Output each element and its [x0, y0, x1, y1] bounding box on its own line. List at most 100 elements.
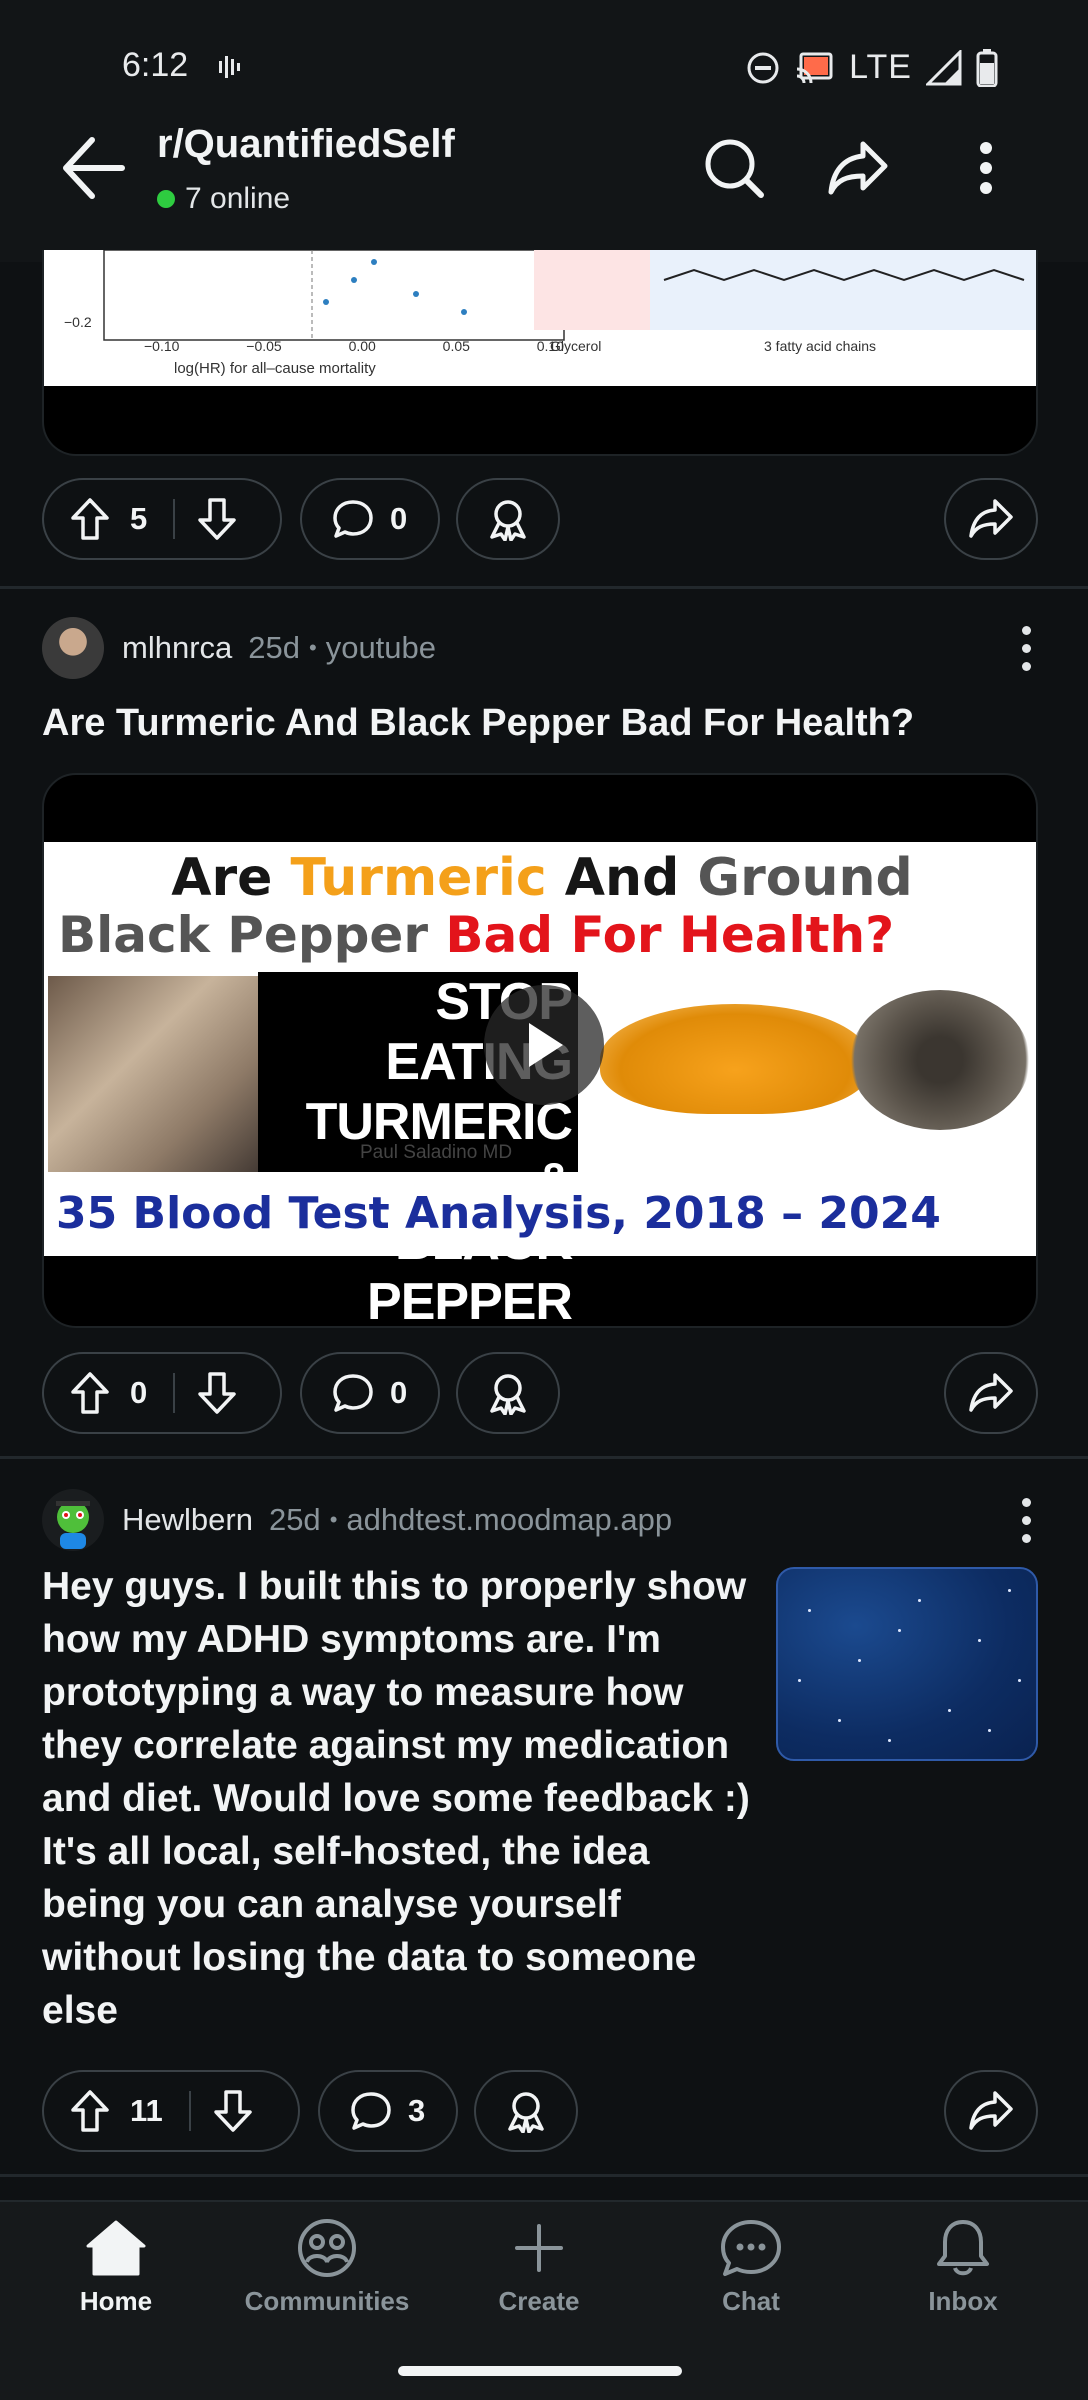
- comment-count: 0: [390, 1375, 408, 1410]
- dnd-icon: [747, 52, 779, 83]
- subreddit-title[interactable]: r/QuantifiedSelf: [157, 122, 455, 167]
- comment-count: 3: [408, 2093, 426, 2128]
- post-3-meta: Hewlbern 25d • adhdtest.moodmap.app: [42, 1488, 672, 1552]
- thumb-text: Bad For Health?: [445, 906, 895, 964]
- award-button[interactable]: [456, 1352, 560, 1434]
- post-source[interactable]: youtube: [326, 630, 436, 666]
- share-icon: [969, 1373, 1013, 1412]
- award-button[interactable]: [474, 2070, 578, 2152]
- nav-label: Inbox: [928, 2286, 998, 2316]
- online-count: 7 online: [157, 182, 290, 216]
- meta-bullet: •: [309, 635, 317, 660]
- post-title[interactable]: Are Turmeric And Black Pepper Bad For He…: [42, 697, 1042, 750]
- award-icon: [490, 1374, 526, 1415]
- award-button[interactable]: [456, 478, 560, 560]
- bell-icon: [937, 2220, 989, 2276]
- online-text: 7 online: [185, 182, 291, 215]
- upvote-icon[interactable]: [70, 1371, 110, 1415]
- more-vertical-icon: [980, 142, 992, 194]
- cast-icon: [796, 52, 833, 83]
- figure-axis-label: log(HR) for all–cause mortality: [174, 360, 376, 377]
- post-source[interactable]: adhdtest.moodmap.app: [346, 1502, 672, 1538]
- search-button[interactable]: [696, 130, 772, 206]
- thumbnail-headline-1: Are Turmeric And Ground: [44, 848, 1036, 908]
- upvote-count: 5: [130, 501, 148, 536]
- vibrate-icon: [219, 56, 240, 78]
- share-button[interactable]: [944, 2070, 1038, 2152]
- share-icon: [969, 2091, 1013, 2130]
- post-video[interactable]: Are Turmeric And Ground Black Pepper Bad…: [42, 773, 1038, 1328]
- vote-separator: [173, 499, 176, 539]
- menu-dot: [1021, 662, 1031, 671]
- turmeric-powder-image: [600, 1004, 870, 1114]
- figure-fatty-acid-label: 3 fatty acid chains: [764, 338, 877, 354]
- upvote-icon[interactable]: [70, 497, 110, 541]
- post-title[interactable]: Hey guys. I built this to properly show …: [42, 1560, 762, 2037]
- post-age: 25d: [248, 630, 300, 665]
- vote-pill: 0: [42, 1352, 282, 1434]
- share-button[interactable]: [944, 478, 1038, 560]
- vote-pill: 11: [42, 2070, 300, 2152]
- post-author[interactable]: mlhnrca: [122, 630, 232, 666]
- meta-bullet: •: [329, 1507, 338, 1532]
- nav-inbox[interactable]: Inbox: [863, 2218, 1063, 2317]
- downvote-icon[interactable]: [197, 1371, 237, 1415]
- downvote-icon[interactable]: [213, 2089, 253, 2133]
- menu-dot: [1021, 644, 1031, 653]
- post-divider: [0, 586, 1088, 589]
- nav-home[interactable]: Home: [16, 2218, 216, 2317]
- nav-create[interactable]: Create: [439, 2218, 639, 2317]
- post-age: 25d: [268, 1502, 321, 1537]
- presenter-photo: [48, 976, 268, 1172]
- downvote-icon[interactable]: [197, 497, 237, 541]
- post-divider: [0, 1456, 1088, 1459]
- figure-x-tick: −0.05: [246, 338, 282, 354]
- menu-dot: [1021, 1498, 1031, 1507]
- thumbnail-caption: 35 Blood Test Analysis, 2018 – 2024: [56, 1188, 941, 1239]
- home-icon: [86, 2220, 146, 2276]
- play-icon: [529, 1023, 563, 1067]
- comment-count: 0: [390, 501, 408, 536]
- thumb-text: Ground: [697, 848, 913, 908]
- online-dot: [157, 190, 175, 208]
- post-3-menu-button[interactable]: [1016, 1498, 1036, 1543]
- search-icon: [705, 139, 764, 198]
- share-subreddit-button[interactable]: [820, 130, 896, 206]
- overflow-menu-button[interactable]: [948, 130, 1024, 206]
- comments-button[interactable]: 3: [318, 2070, 458, 2152]
- award-icon: [508, 2092, 544, 2133]
- play-button[interactable]: [484, 985, 604, 1105]
- status-bar: 6:12 LTE: [0, 0, 1088, 130]
- post-2-menu-button[interactable]: [1016, 626, 1036, 671]
- battery-icon: [976, 48, 998, 87]
- gesture-home-bar[interactable]: [398, 2366, 682, 2376]
- figure-x-tick: 0.05: [442, 338, 470, 354]
- vote-separator: [173, 1373, 176, 1413]
- post-3-actions: 11 3: [42, 2070, 1038, 2152]
- figure-y-tick: −0.2: [64, 314, 92, 330]
- post-media-scientific-figure[interactable]: −0.2 −0.10 −0.05 0.00 0.05 0.10 log(HR) …: [42, 250, 1038, 456]
- menu-dot: [1021, 626, 1031, 635]
- black-pepper-image: [850, 990, 1030, 1130]
- avatar[interactable]: [42, 617, 104, 679]
- share-button[interactable]: [944, 1352, 1038, 1434]
- post-author[interactable]: Hewlbern: [122, 1502, 253, 1538]
- presenter-name: Paul Saladino MD: [360, 1142, 513, 1163]
- upvote-icon[interactable]: [70, 2089, 110, 2133]
- thumb-text: And: [546, 848, 698, 908]
- share-icon: [969, 499, 1013, 538]
- upvote-count: 0: [130, 1375, 148, 1410]
- figure-x-tick: 0.00: [348, 338, 376, 354]
- figure-glycerol-label: Glycerol: [550, 338, 602, 354]
- nav-chat[interactable]: Chat: [651, 2218, 851, 2317]
- comments-button[interactable]: 0: [300, 1352, 440, 1434]
- thumbnail-headline-2: Black Pepper Bad For Health?: [58, 906, 1036, 964]
- comments-button[interactable]: 0: [300, 478, 440, 560]
- nav-communities[interactable]: Communities: [227, 2218, 427, 2317]
- thumb-text: Turmeric: [290, 848, 547, 908]
- post-link-thumbnail[interactable]: [776, 1567, 1038, 1761]
- share-icon: [828, 141, 888, 195]
- avatar[interactable]: [42, 1489, 104, 1551]
- comment-icon: [333, 1374, 373, 1412]
- back-arrow-icon[interactable]: [62, 130, 126, 206]
